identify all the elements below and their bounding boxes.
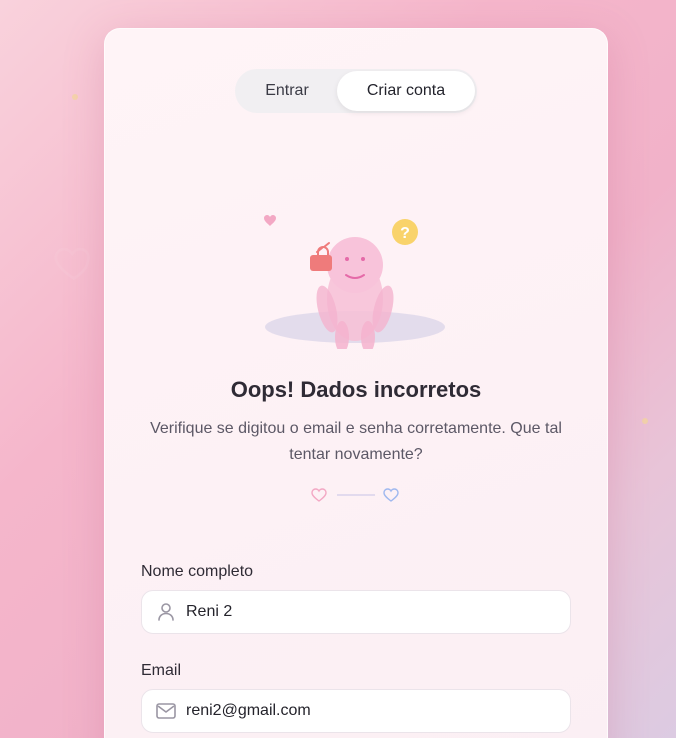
- name-field-label: Nome completo: [141, 563, 254, 580]
- padlock-icon: [310, 242, 332, 271]
- heart-divider: [311, 488, 399, 502]
- background-sparkle: [642, 418, 648, 424]
- email-field[interactable]: [141, 689, 571, 733]
- blue-heart-icon: [383, 488, 399, 502]
- background-heart-icon: [54, 247, 90, 281]
- tab-signup[interactable]: Criar conta: [337, 71, 475, 111]
- background-sparkle: [72, 94, 78, 100]
- email-field-label: Email: [141, 662, 182, 679]
- auth-tabs: Entrar Criar conta: [235, 69, 477, 113]
- svg-text:?: ?: [400, 225, 410, 242]
- error-title: Oops! Dados incorretos: [230, 377, 482, 402]
- error-message: Verifique se digitou o email e senha cor…: [150, 420, 562, 463]
- tab-login[interactable]: Entrar: [237, 71, 337, 111]
- pink-heart-icon: [311, 488, 327, 502]
- name-input[interactable]: [186, 591, 570, 633]
- email-input[interactable]: [186, 690, 570, 732]
- auth-card: Entrar Criar conta ? Oops! Dados incorre…: [104, 28, 608, 738]
- name-field[interactable]: [141, 590, 571, 634]
- question-mark-icon: ?: [392, 219, 418, 245]
- confused-character-illustration: ?: [264, 215, 445, 349]
- mail-icon: [156, 703, 176, 719]
- heart-icon: [264, 215, 276, 226]
- user-icon: [158, 603, 174, 621]
